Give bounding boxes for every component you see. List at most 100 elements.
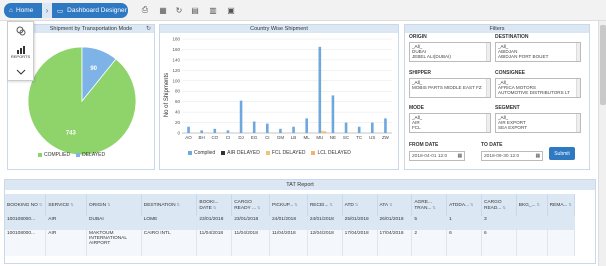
column-header[interactable]: ATDDA...⇅ bbox=[446, 194, 482, 216]
column-header[interactable]: SERVICE⇅ bbox=[45, 194, 88, 216]
destination-select[interactable]: _All_ ABIDJAN ABIDJAN PORT BOUET bbox=[495, 42, 581, 62]
calendar-icon[interactable]: ▦ bbox=[457, 154, 462, 159]
column-header[interactable]: BOOKING NO⇅ bbox=[5, 194, 47, 216]
scrollbar[interactable] bbox=[486, 114, 490, 132]
legend-complied[interactable]: Complied bbox=[188, 150, 215, 156]
breadcrumb-current[interactable]: ▭ Dashboard Designer bbox=[52, 3, 128, 18]
pie-data-label: 743 bbox=[66, 131, 77, 137]
table-cell: 11/04/2018 bbox=[269, 230, 308, 256]
y-tick-label: 140 bbox=[172, 57, 180, 62]
bar-complied[interactable] bbox=[279, 128, 282, 133]
column-header[interactable]: RECEI...⇅ bbox=[307, 194, 343, 216]
chevron-down-icon[interactable] bbox=[8, 64, 33, 80]
refresh-icon[interactable]: ↻ bbox=[146, 25, 151, 32]
y-tick-label: 60 bbox=[175, 99, 181, 104]
filter-shapes-icon[interactable] bbox=[8, 22, 33, 40]
column-header[interactable]: REMA...⇅ bbox=[547, 194, 576, 216]
column-header[interactable]: BOOKI... DATE⇅ bbox=[196, 194, 233, 216]
sort-icon[interactable]: ⇅ bbox=[177, 202, 180, 207]
table-row[interactable]: 100108000... AIR DUBAI LOME 23/01/2018 23/01/… bbox=[5, 216, 576, 230]
y-tick-label: 160 bbox=[172, 47, 180, 52]
mode-select[interactable]: _All_ AIR FCL bbox=[409, 113, 491, 133]
sort-icon[interactable]: ⇅ bbox=[257, 205, 260, 210]
sort-icon[interactable]: ⇅ bbox=[329, 202, 332, 207]
export-icon[interactable]: ⎙ bbox=[140, 5, 150, 15]
bar-complied[interactable] bbox=[200, 130, 203, 133]
bar-complied[interactable] bbox=[252, 121, 256, 133]
x-tick-label: GM bbox=[277, 135, 285, 140]
sort-icon[interactable]: ⇅ bbox=[432, 205, 435, 210]
calendar-icon[interactable]: ▦ bbox=[535, 154, 540, 159]
bar-complied[interactable] bbox=[266, 123, 269, 133]
scrollbar-thumb[interactable] bbox=[600, 25, 606, 105]
bar-complied[interactable] bbox=[187, 126, 190, 133]
bar-complied[interactable] bbox=[239, 100, 243, 133]
bar-complied[interactable] bbox=[357, 126, 361, 133]
scrollbar[interactable] bbox=[486, 79, 490, 97]
bar-complied[interactable] bbox=[305, 118, 308, 133]
column-header[interactable]: ATD⇅ bbox=[342, 194, 378, 216]
bar-lcl-delayed[interactable] bbox=[323, 131, 327, 133]
scrollbar[interactable] bbox=[576, 79, 580, 97]
bar-complied[interactable] bbox=[292, 126, 295, 133]
sort-icon[interactable]: ⇅ bbox=[470, 202, 473, 207]
from-date-input[interactable]: 2018-04-01 12:0 ▦ bbox=[409, 151, 465, 161]
table-cell: 6 bbox=[481, 230, 517, 256]
column-header[interactable]: ORIGIN⇅ bbox=[86, 194, 142, 216]
segment-select[interactable]: _All_ AIR EXPORT SEA EXPORT bbox=[495, 113, 581, 133]
sort-icon[interactable]: ⇅ bbox=[39, 202, 42, 207]
bar-complied[interactable] bbox=[384, 118, 387, 133]
legend-delayed[interactable]: DELAYED bbox=[76, 152, 105, 158]
submit-button[interactable]: Submit bbox=[549, 147, 575, 160]
tat-table-wrap: BOOKING NO⇅ SERVICE⇅ ORIGIN⇅ DESTINATION⇅ BO… bbox=[5, 194, 595, 256]
bar-complied[interactable] bbox=[318, 46, 322, 134]
sort-icon[interactable]: ⇅ bbox=[213, 205, 216, 210]
bar-fcl-delayed[interactable] bbox=[321, 130, 324, 133]
sort-icon[interactable]: ⇅ bbox=[569, 202, 572, 207]
bar-complied[interactable] bbox=[331, 95, 335, 133]
refresh-icon[interactable]: ↻ bbox=[174, 5, 184, 15]
sort-icon[interactable]: ⇅ bbox=[107, 202, 110, 207]
origin-select[interactable]: _All_ DUBAI JEBEL ALI(DUBAI) bbox=[409, 42, 491, 62]
bar-complied[interactable] bbox=[371, 122, 374, 133]
column-header[interactable]: CARGO READ...⇅ bbox=[481, 194, 517, 216]
pie-data-label: 90 bbox=[90, 66, 97, 72]
to-date-input[interactable]: 2018-09-30 12:0 ▦ bbox=[481, 151, 543, 161]
scrollbar[interactable] bbox=[576, 114, 580, 132]
bar-complied[interactable] bbox=[213, 128, 217, 133]
sort-icon[interactable]: ⇅ bbox=[294, 202, 297, 207]
window-icon[interactable]: ▣ bbox=[226, 5, 236, 15]
column-header[interactable]: AGRE... TRAN...⇅ bbox=[411, 194, 448, 216]
legend-air-delayed[interactable]: AIR DELAYED bbox=[221, 150, 260, 156]
scrollbar[interactable] bbox=[486, 43, 490, 61]
grid-icon[interactable]: ▤ bbox=[190, 5, 200, 15]
column-header[interactable]: BKG_...⇅ bbox=[516, 194, 548, 216]
table-row[interactable]: 100108000... AIR MAKTOUM INTERNATIONAL AIR… bbox=[5, 230, 576, 256]
table-cell: 2 bbox=[411, 230, 448, 256]
column-header[interactable]: DESTINATION⇅ bbox=[141, 194, 198, 216]
sort-icon[interactable]: ⇅ bbox=[389, 202, 392, 207]
column-header[interactable]: PICKUP...⇅ bbox=[269, 194, 308, 216]
legend-fcl-delayed[interactable]: FCL DELAYED bbox=[265, 150, 305, 156]
sort-icon[interactable]: ⇅ bbox=[537, 202, 540, 207]
table-icon[interactable]: ▥ bbox=[208, 5, 218, 15]
table-cell bbox=[516, 230, 548, 256]
sort-icon[interactable]: ⇅ bbox=[502, 205, 505, 210]
sort-icon[interactable]: ⇅ bbox=[355, 202, 358, 207]
reports-button[interactable]: REPORTS bbox=[8, 40, 33, 64]
consignee-select[interactable]: _All_ AFRICA MOTORS AUTOMOTIVE DISTRIBUTOR… bbox=[495, 78, 581, 98]
table-cell: 100108000... bbox=[5, 216, 47, 230]
breadcrumb-home[interactable]: ⌂ Home bbox=[4, 3, 42, 18]
column-header[interactable]: ATA⇅ bbox=[377, 194, 413, 216]
legend-lcl-delayed[interactable]: LCL DELAYED bbox=[311, 150, 351, 156]
scrollbar[interactable] bbox=[576, 43, 580, 61]
page-scrollbar[interactable] bbox=[598, 21, 606, 266]
layout-icon[interactable]: ▦ bbox=[158, 5, 168, 15]
side-toolbar: REPORTS bbox=[7, 21, 34, 81]
sort-icon[interactable]: ⇅ bbox=[70, 202, 73, 207]
column-header[interactable]: CARGO READY ...⇅ bbox=[231, 194, 270, 216]
legend-complied[interactable]: COMPLIED bbox=[38, 152, 70, 158]
bar-complied[interactable] bbox=[226, 130, 230, 133]
bar-complied[interactable] bbox=[344, 122, 348, 133]
shipper-select[interactable]: _All_ MOBIS PARTS MIDDLE EAST FZ bbox=[409, 78, 491, 98]
